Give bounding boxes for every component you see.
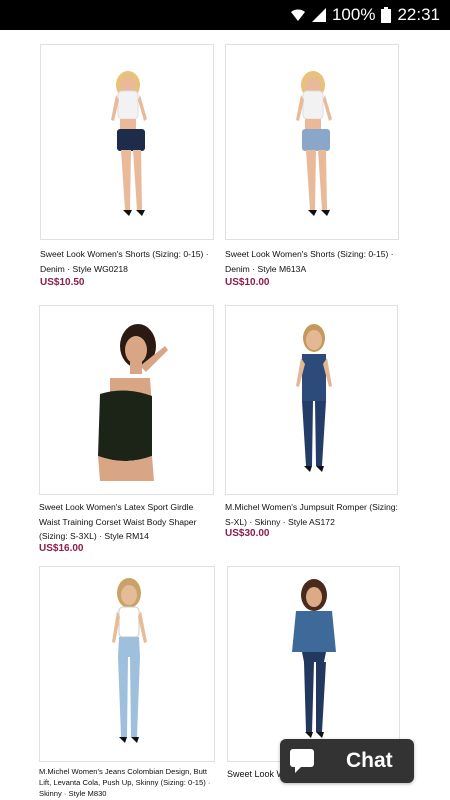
product-image[interactable] bbox=[227, 566, 400, 762]
product-price: US$10.50 bbox=[40, 277, 85, 288]
product-image[interactable] bbox=[39, 305, 214, 495]
status-bar: 100% 22:31 bbox=[0, 0, 450, 30]
chat-bubble-icon bbox=[280, 739, 324, 783]
product-image[interactable] bbox=[39, 566, 215, 762]
product-title[interactable]: Sweet Look Women's Latex Sport Girdle Wa… bbox=[39, 500, 215, 544]
product-image[interactable] bbox=[225, 305, 398, 495]
product-title[interactable]: Sweet Look Women's Shorts (Sizing: 0-15)… bbox=[40, 247, 216, 276]
product-title[interactable]: M.Michel Women's Jeans Colombian Design,… bbox=[39, 766, 215, 799]
product-price: US$30.00 bbox=[225, 528, 270, 539]
chat-label: Chat bbox=[346, 749, 393, 772]
battery-icon bbox=[381, 7, 392, 23]
signal-icon bbox=[311, 8, 326, 22]
product-image[interactable] bbox=[40, 44, 214, 240]
product-price: US$10.00 bbox=[225, 277, 270, 288]
product-title[interactable]: Sweet Look Women's Shorts (Sizing: 0-15)… bbox=[225, 247, 401, 276]
wifi-icon bbox=[290, 8, 306, 22]
chat-button[interactable]: Chat bbox=[280, 739, 414, 783]
product-title[interactable]: M.Michel Women's Jumpsuit Romper (Sizing… bbox=[225, 500, 401, 529]
battery-percent: 100% bbox=[331, 5, 376, 24]
product-price: US$16.00 bbox=[39, 543, 84, 554]
product-image[interactable] bbox=[225, 44, 399, 240]
clock: 22:31 bbox=[397, 5, 440, 24]
